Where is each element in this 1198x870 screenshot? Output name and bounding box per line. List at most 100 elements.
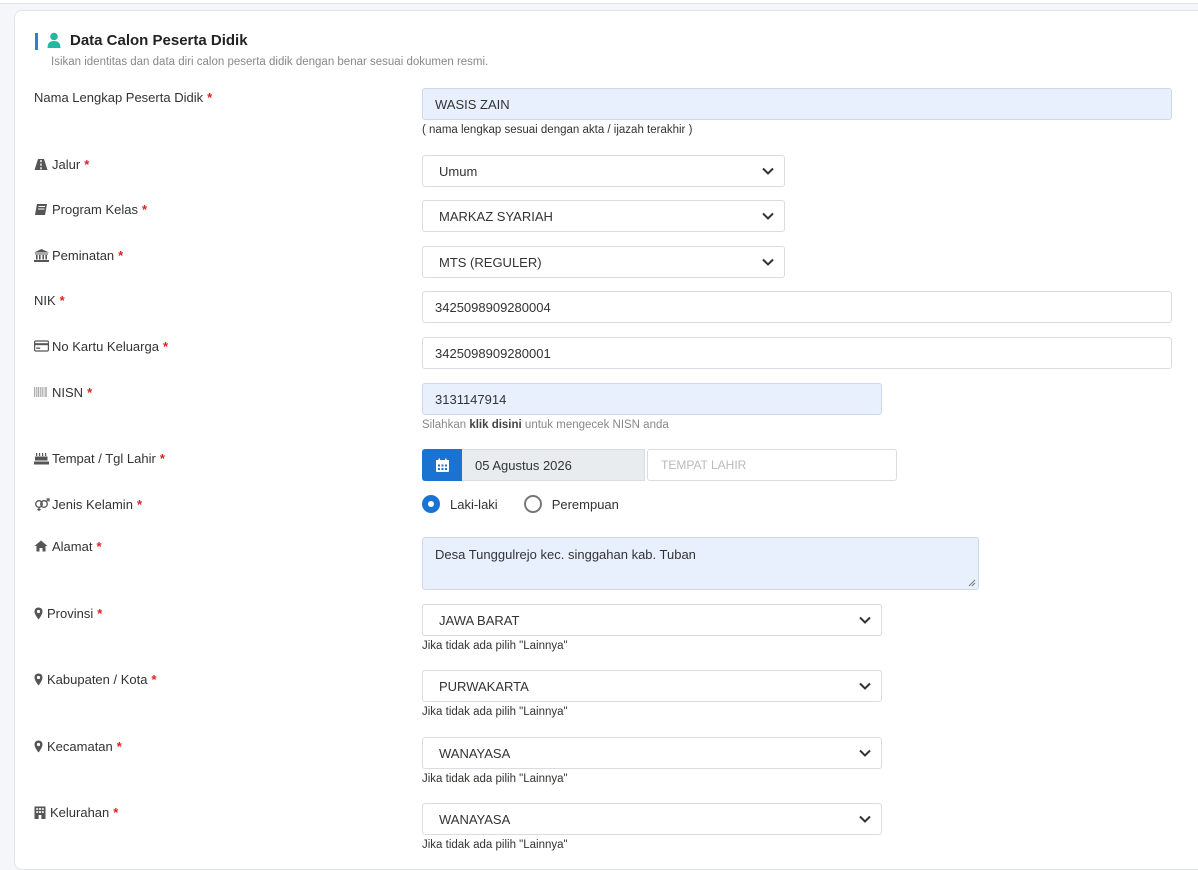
chevron-down-icon: [859, 616, 871, 624]
birth-date-input[interactable]: 05 Agustus 2026: [462, 449, 645, 481]
home-icon: [34, 540, 48, 553]
label-nama: Nama Lengkap Peserta Didik *: [34, 90, 212, 105]
required-mark: *: [141, 202, 148, 217]
required-mark: *: [59, 293, 65, 308]
label-ttl: Tempat / Tgl Lahir *: [34, 451, 165, 466]
label-text: Kecamatan: [47, 739, 113, 754]
kelurahan-value: WANAYASA: [439, 811, 511, 827]
birth-place-input[interactable]: TEMPAT LAHIR: [647, 449, 897, 481]
radio-button-checked[interactable]: [422, 495, 440, 513]
required-mark: *: [162, 339, 169, 354]
required-mark: *: [97, 606, 103, 621]
nisn-hint: Silahkan klik disini untuk mengecek NISN…: [422, 419, 669, 431]
label-text: Alamat: [52, 539, 93, 554]
label-text: NISN: [52, 385, 84, 400]
accent-bar: [35, 33, 38, 50]
required-mark: *: [207, 90, 213, 105]
kecamatan-hint: Jika tidak ada pilih "Lainnya": [422, 773, 568, 785]
label-text: Program Kelas: [52, 202, 138, 217]
nisn-input[interactable]: 3131147914: [422, 383, 882, 415]
label-jalur: Jalur *: [34, 157, 89, 172]
section-description: Isikan identitas dan data diri calon pes…: [51, 56, 489, 68]
required-mark: *: [96, 539, 102, 554]
required-mark: *: [113, 805, 119, 820]
program-kelas-select[interactable]: MARKAZ SYARIAH: [422, 200, 785, 232]
form-card: Data Calon Peserta Didik Isikan identita…: [14, 10, 1198, 870]
kelurahan-hint: Jika tidak ada pilih "Lainnya": [422, 839, 568, 851]
chevron-down-icon: [762, 258, 774, 266]
top-bar: [0, 0, 1198, 4]
radio-label: Laki-laki: [450, 496, 498, 512]
user-icon: [47, 32, 61, 48]
radio-label: Perempuan: [551, 496, 619, 512]
book-icon: [34, 203, 48, 216]
kabupaten-hint: Jika tidak ada pilih "Lainnya": [422, 706, 568, 718]
required-mark: *: [136, 497, 142, 512]
label-kabupaten: Kabupaten / Kota *: [34, 672, 157, 687]
label-text: Peminatan: [52, 248, 115, 263]
label-provinsi: Provinsi *: [34, 606, 102, 621]
kecamatan-value: WANAYASA: [439, 745, 511, 761]
label-alamat: Alamat *: [34, 539, 102, 554]
nama-hint: ( nama lengkap sesuai dengan akta / ijaz…: [422, 124, 693, 136]
nik-input[interactable]: 3425098909280004: [422, 291, 1172, 323]
radio-button[interactable]: [523, 495, 542, 513]
label-text: Kelurahan: [50, 805, 110, 820]
no-kk-input[interactable]: 3425098909280001: [422, 337, 1172, 369]
alamat-value: Desa Tunggulrejo kec. singgahan kab. Tub…: [435, 547, 696, 562]
peminatan-select[interactable]: MTS (REGULER): [422, 246, 785, 278]
institution-icon: [34, 249, 49, 262]
label-kelurahan: Kelurahan *: [34, 805, 118, 820]
kelurahan-select[interactable]: WANAYASA: [422, 803, 882, 835]
venus-mars-icon: [34, 498, 50, 511]
chevron-down-icon: [859, 749, 871, 757]
nama-input[interactable]: WASIS ZAIN: [422, 88, 1172, 120]
label-kecamatan: Kecamatan *: [34, 739, 122, 754]
calendar-icon: [435, 458, 449, 472]
chevron-down-icon: [859, 682, 871, 690]
label-nik: NIK *: [34, 293, 65, 308]
label-text: Jenis Kelamin: [52, 497, 133, 512]
birthday-cake-icon: [34, 452, 49, 465]
map-marker-icon: [34, 673, 43, 686]
check-nisn-link[interactable]: klik disini: [469, 419, 521, 431]
peminatan-value: MTS (REGULER): [439, 254, 542, 270]
label-peminatan: Peminatan *: [34, 248, 123, 263]
alamat-textarea[interactable]: Desa Tunggulrejo kec. singgahan kab. Tub…: [422, 537, 979, 590]
label-nisn: NISN *: [34, 385, 92, 400]
map-marker-icon: [34, 740, 43, 753]
kabupaten-value: PURWAKARTA: [439, 678, 529, 694]
chevron-down-icon: [762, 212, 774, 220]
radio-laki-laki[interactable]: Laki-laki: [422, 495, 498, 513]
label-text: No Kartu Keluarga: [52, 339, 159, 354]
label-jenis-kelamin: Jenis Kelamin *: [34, 497, 142, 512]
kabupaten-select[interactable]: PURWAKARTA: [422, 670, 882, 702]
label-text: Tempat / Tgl Lahir: [52, 451, 156, 466]
nisn-hint-suffix: untuk mengecek NISN anda: [521, 419, 669, 431]
program-kelas-value: MARKAZ SYARIAH: [439, 208, 553, 224]
required-mark: *: [84, 157, 90, 172]
gender-radio-group: Laki-laki Perempuan: [422, 495, 645, 513]
chevron-down-icon: [859, 815, 871, 823]
jalur-value: Umum: [439, 163, 478, 179]
building-icon: [34, 806, 46, 819]
provinsi-value: JAWA BARAT: [439, 612, 520, 628]
date-picker-button[interactable]: [422, 449, 462, 481]
label-text: Kabupaten / Kota: [47, 672, 148, 687]
required-mark: *: [87, 385, 93, 400]
jalur-select[interactable]: Umum: [422, 155, 785, 187]
label-text: Jalur: [52, 157, 81, 172]
resize-grip-icon[interactable]: [968, 579, 976, 587]
radio-perempuan[interactable]: Perempuan: [523, 495, 619, 513]
label-text: Provinsi: [47, 606, 94, 621]
required-mark: *: [159, 451, 165, 466]
label-program-kelas: Program Kelas *: [34, 202, 147, 217]
kecamatan-select[interactable]: WANAYASA: [422, 737, 882, 769]
provinsi-hint: Jika tidak ada pilih "Lainnya": [422, 640, 568, 652]
required-mark: *: [116, 739, 122, 754]
provinsi-select[interactable]: JAWA BARAT: [422, 604, 882, 636]
credit-card-icon: [34, 340, 49, 353]
road-icon: [34, 158, 48, 171]
map-marker-icon: [34, 607, 43, 620]
required-mark: *: [118, 248, 124, 263]
